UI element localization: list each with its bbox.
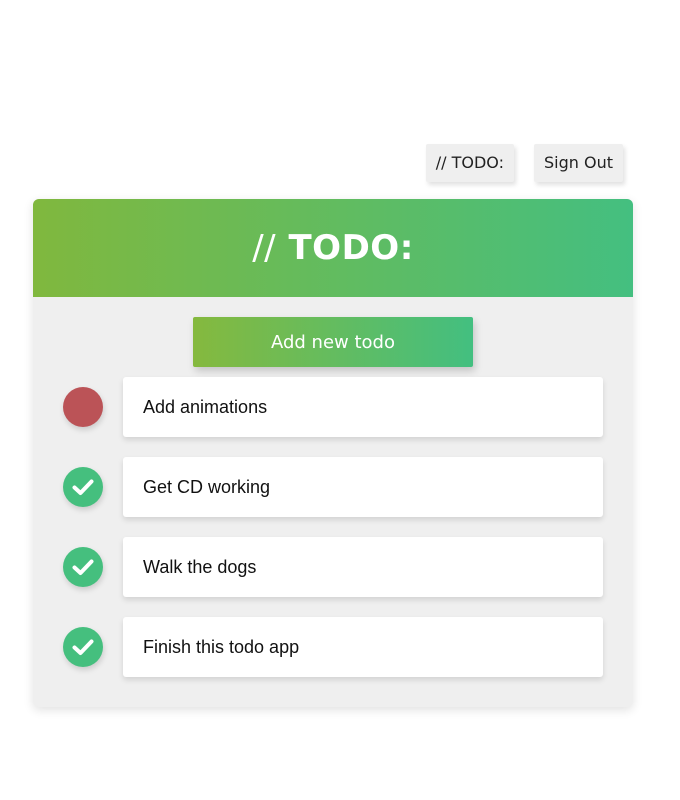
title-slashes: // [252,228,277,268]
status-toggle-done[interactable] [63,467,103,507]
title-word: TODO: [288,228,414,268]
page: // TODO: Sign Out // TODO: Add new todo … [0,0,680,800]
sign-out-button[interactable]: Sign Out [534,144,623,182]
todo-text[interactable]: Add animations [123,377,603,437]
check-icon [72,479,94,495]
todo-item: Get CD working [63,457,603,517]
card-header: // TODO: [33,199,633,297]
todo-item: Finish this todo app [63,617,603,677]
todo-item: Walk the dogs [63,537,603,597]
status-toggle-done[interactable] [63,547,103,587]
status-toggle-done[interactable] [63,627,103,667]
home-button[interactable]: // TODO: [425,144,514,182]
todo-text[interactable]: Walk the dogs [123,537,603,597]
todo-list: Add animations Get CD working Walk the d… [63,377,603,697]
todo-item: Add animations [63,377,603,437]
todo-text[interactable]: Finish this todo app [123,617,603,677]
todo-text[interactable]: Get CD working [123,457,603,517]
status-toggle-pending[interactable] [63,387,103,427]
add-todo-button[interactable]: Add new todo [193,317,473,367]
page-title: // TODO: [252,228,414,268]
todo-card: // TODO: Add new todo Add animations Get… [33,199,633,707]
top-nav: // TODO: Sign Out [425,144,623,182]
check-icon [72,639,94,655]
check-icon [72,559,94,575]
